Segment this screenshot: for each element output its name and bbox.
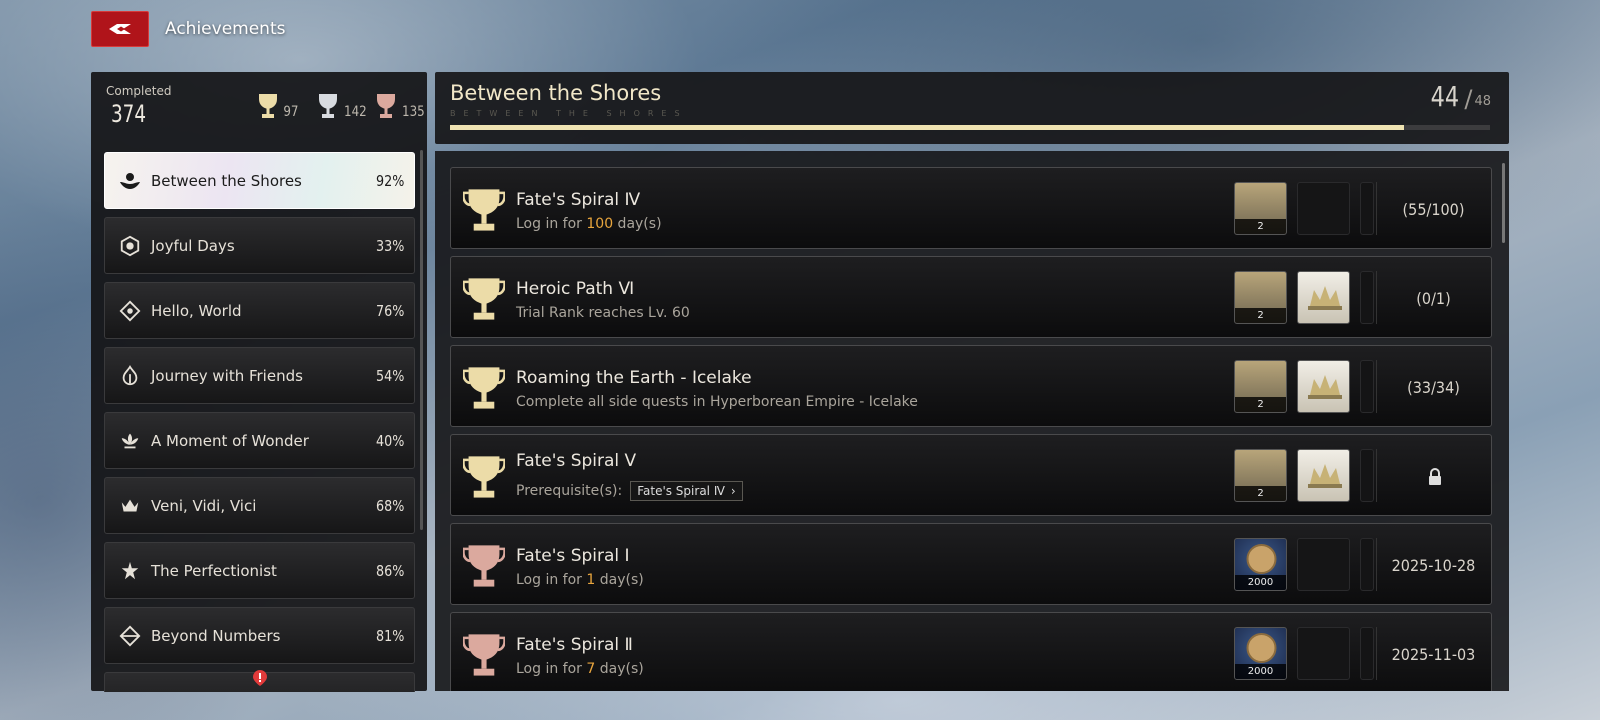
- category-progress-bar: [450, 125, 1490, 130]
- star-emblem-icon: [117, 558, 143, 584]
- coin-icon: [1246, 544, 1277, 574]
- completion-summary: Completed 374 97 142 135: [91, 72, 427, 146]
- achievement-progress: (33/34): [1407, 377, 1460, 397]
- category-subtitle: BETWEEN THE SHORES: [450, 109, 688, 118]
- achievement-row[interactable]: Heroic Path Ⅵ Trial Rank reaches Lv. 60 …: [450, 256, 1492, 338]
- category-title: Between the Shores: [450, 81, 662, 105]
- achievement-row[interactable]: Fate's Spiral Ⅴ Prerequisite(s): Fate's …: [450, 434, 1492, 516]
- reward-empty-slot: [1297, 182, 1350, 235]
- bronze-trophy-icon: [377, 94, 395, 118]
- achievement-name: Fate's Spiral Ⅰ: [516, 546, 630, 566]
- reward-coin[interactable]: 2000: [1234, 627, 1287, 680]
- achievement-scrollbar[interactable]: [1502, 163, 1505, 243]
- category-scrollbar[interactable]: [420, 150, 423, 530]
- bronze-trophy-icon: [463, 545, 505, 587]
- achievement-name: Heroic Path Ⅵ: [516, 279, 635, 299]
- reward-weapon[interactable]: 2: [1234, 449, 1287, 502]
- reward-slot-narrow: [1360, 182, 1374, 235]
- reward-crown-item[interactable]: [1297, 449, 1350, 502]
- lock-icon: [1429, 468, 1441, 485]
- shores-icon: [117, 168, 143, 194]
- category-journey-with-friends[interactable]: Journey with Friends 54%: [104, 347, 415, 404]
- category-hello-world[interactable]: Hello, World 76%: [104, 282, 415, 339]
- completed-label: Completed: [106, 84, 172, 98]
- achievement-name: Fate's Spiral Ⅳ: [516, 190, 641, 210]
- achievement-description: Log in for 1 day(s): [516, 572, 644, 588]
- category-list: Between the Shores 92% Joyful Days 33% H…: [104, 152, 415, 692]
- category-veni-vidi-vici[interactable]: Veni, Vidi, Vici 68%: [104, 477, 415, 534]
- reward-crown-item[interactable]: [1297, 271, 1350, 324]
- page-title: Achievements: [165, 19, 286, 39]
- gem-icon: [117, 623, 143, 649]
- prerequisite-link[interactable]: Fate's Spiral Ⅳ ›: [630, 481, 743, 501]
- silver-trophy-count: 142: [316, 92, 369, 120]
- achievement-row[interactable]: Roaming the Earth - Icelake Complete all…: [450, 345, 1492, 427]
- achievement-row[interactable]: Fate's Spiral Ⅱ Log in for 7 day(s) 2000…: [450, 612, 1492, 691]
- crown-item-icon: [1308, 375, 1342, 399]
- achievement-progress: (0/1): [1416, 288, 1451, 308]
- gold-trophy-count: 97: [256, 92, 300, 120]
- diamond-eye-icon: [117, 298, 143, 324]
- category-between-the-shores[interactable]: Between the Shores 92%: [104, 152, 415, 209]
- reward-weapon[interactable]: 2: [1234, 182, 1287, 235]
- category-a-moment-of-wonder[interactable]: A Moment of Wonder 40%: [104, 412, 415, 469]
- achievement-row[interactable]: Fate's Spiral Ⅳ Log in for 100 day(s) 2 …: [450, 167, 1492, 249]
- category-count: 44 / 48: [1430, 80, 1491, 113]
- achievement-name: Fate's Spiral Ⅱ: [516, 635, 633, 655]
- alert-icon: [252, 669, 268, 687]
- chevron-right-icon: ›: [730, 484, 736, 498]
- reward-weapon[interactable]: 2: [1234, 271, 1287, 324]
- gold-trophy-icon: [463, 278, 505, 320]
- gift-icon: [117, 233, 143, 259]
- bronze-trophy-count: 135: [374, 92, 427, 120]
- completed-count: 374: [111, 100, 147, 128]
- category-joyful-days[interactable]: Joyful Days 33%: [104, 217, 415, 274]
- gold-trophy-icon: [463, 367, 505, 409]
- reward-crown-item[interactable]: [1297, 360, 1350, 413]
- achievement-date: 2025-10-28: [1391, 555, 1476, 575]
- coin-icon: [1246, 633, 1277, 663]
- category-header: Between the Shores BETWEEN THE SHORES 44…: [435, 72, 1509, 144]
- category-panel: Completed 374 97 142 135 Between the Sho…: [91, 72, 427, 692]
- achievement-date: 2025-11-03: [1391, 644, 1476, 664]
- back-arrow-icon: [109, 24, 131, 34]
- achievement-description: Complete all side quests in Hyperborean …: [516, 394, 918, 410]
- flame-icon: [117, 363, 143, 389]
- crown-icon: [117, 493, 143, 519]
- achievement-description: Log in for 100 day(s): [516, 216, 662, 232]
- reward-coin[interactable]: 2000: [1234, 538, 1287, 591]
- silver-trophy-icon: [319, 94, 337, 118]
- crown-item-icon: [1308, 464, 1342, 488]
- gold-trophy-icon: [259, 94, 277, 118]
- gold-trophy-icon: [463, 189, 505, 231]
- achievement-description: Log in for 7 day(s): [516, 661, 644, 677]
- gold-trophy-icon: [463, 456, 505, 498]
- crown-item-icon: [1308, 286, 1342, 310]
- achievement-list: Fate's Spiral Ⅳ Log in for 100 day(s) 2 …: [435, 151, 1509, 691]
- achievement-description: Trial Rank reaches Lv. 60: [516, 305, 690, 321]
- bronze-trophy-icon: [463, 634, 505, 676]
- lotus-icon: [117, 428, 143, 454]
- achievement-progress: (55/100): [1402, 199, 1465, 219]
- category-the-perfectionist[interactable]: The Perfectionist 86%: [104, 542, 415, 599]
- category-beyond-numbers[interactable]: Beyond Numbers 81%: [104, 607, 415, 664]
- achievement-row[interactable]: Fate's Spiral Ⅰ Log in for 1 day(s) 2000…: [450, 523, 1492, 605]
- back-button[interactable]: [91, 11, 149, 47]
- top-bar: Achievements: [91, 11, 285, 47]
- achievement-name: Roaming the Earth - Icelake: [516, 368, 752, 388]
- achievement-name: Fate's Spiral Ⅴ: [516, 451, 637, 471]
- prerequisite: Prerequisite(s): Fate's Spiral Ⅳ ›: [516, 481, 743, 501]
- reward-weapon[interactable]: 2: [1234, 360, 1287, 413]
- category-progress-fill: [450, 125, 1404, 130]
